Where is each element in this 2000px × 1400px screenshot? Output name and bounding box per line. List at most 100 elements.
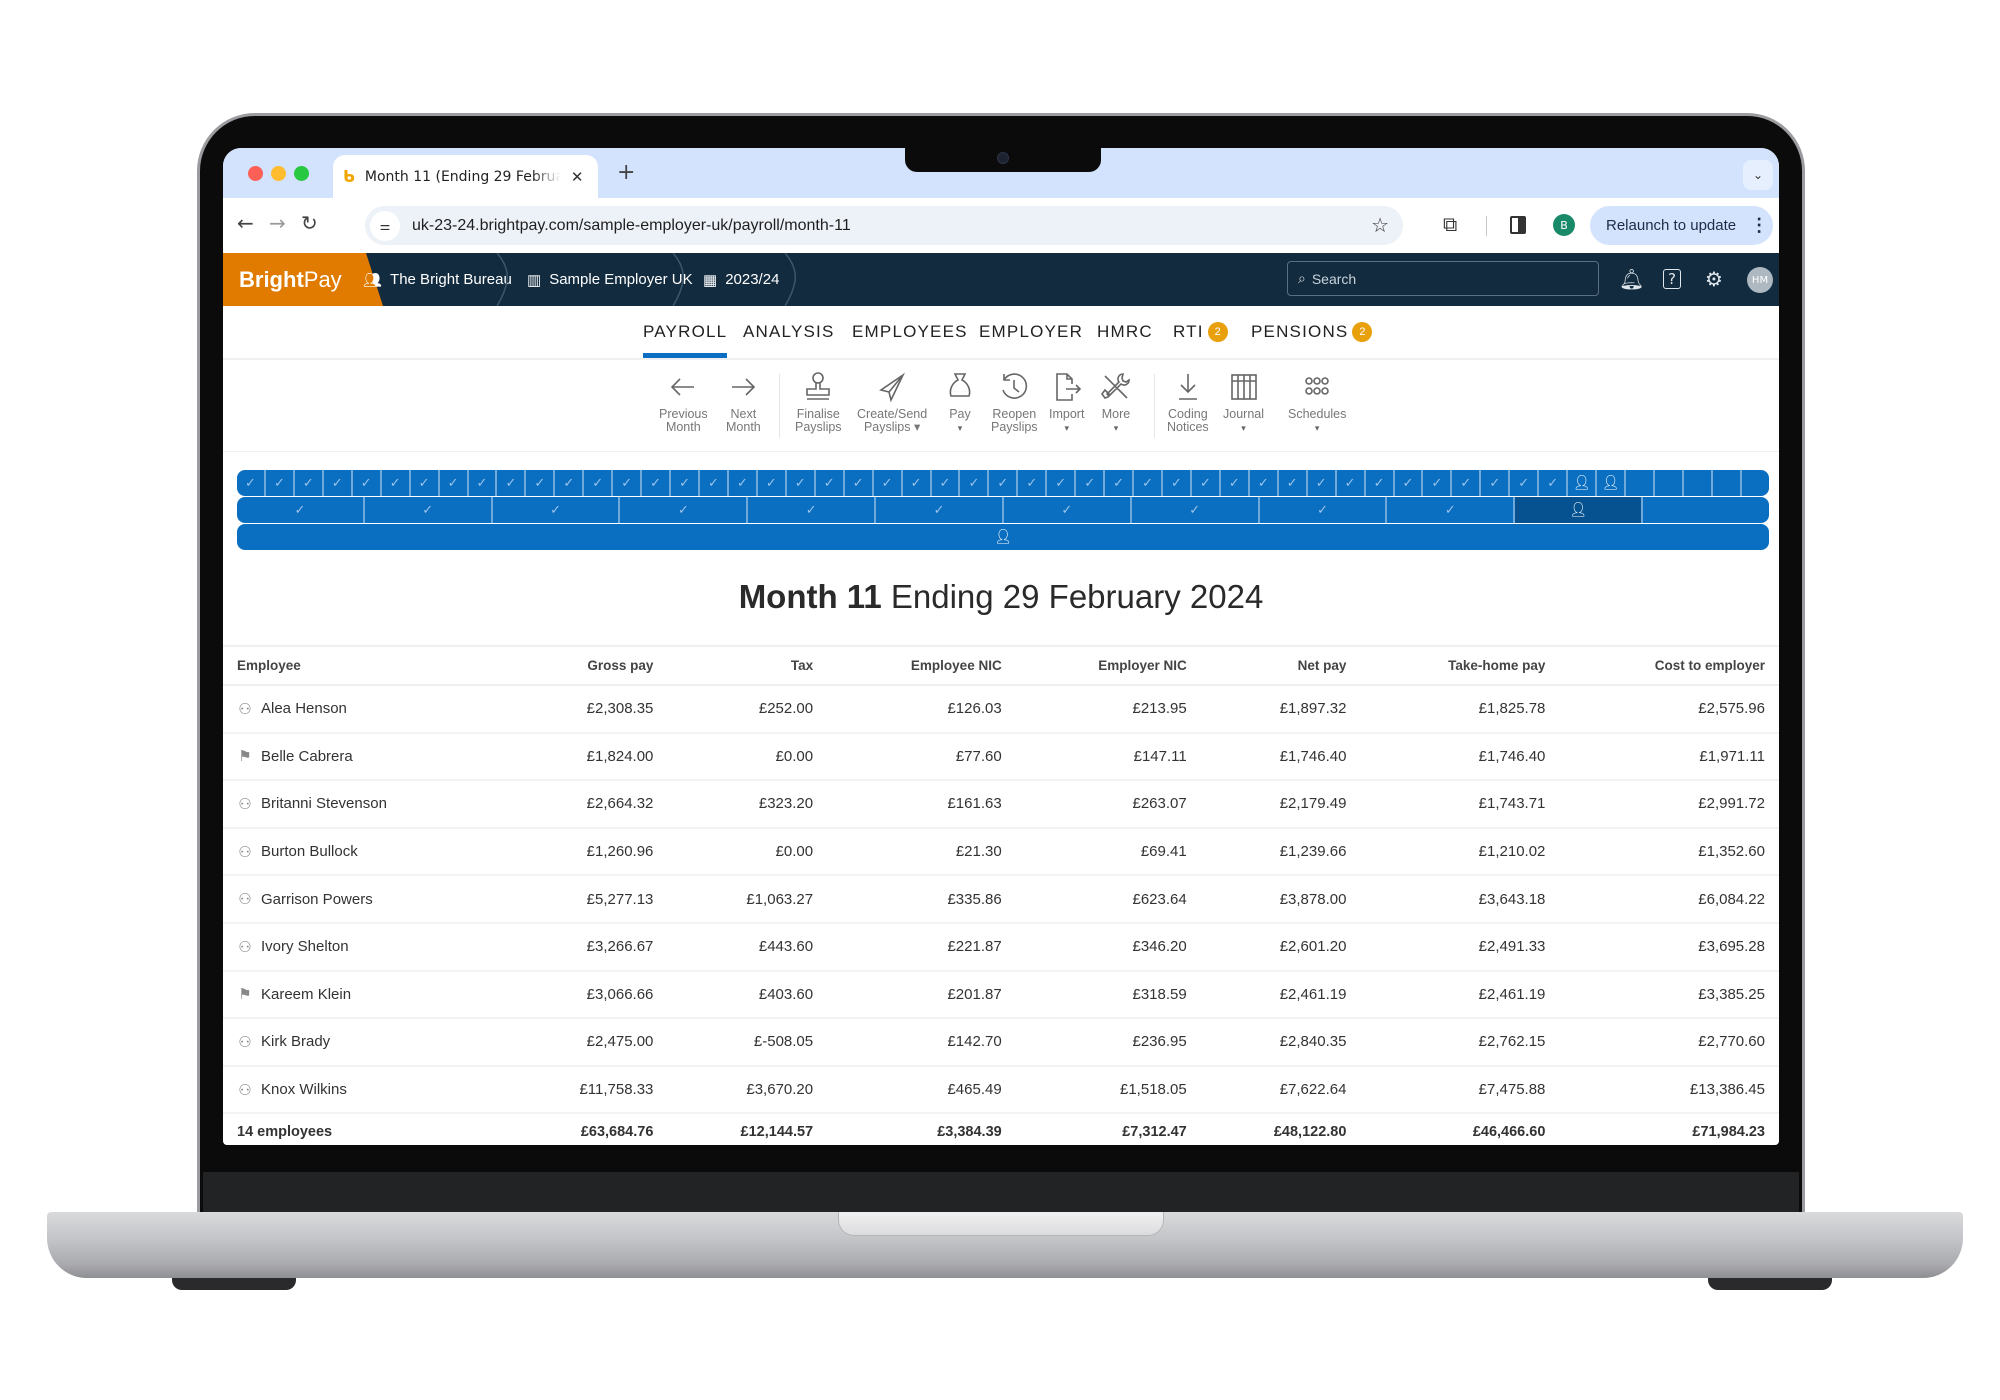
week-period-cell[interactable]: ✓ xyxy=(266,470,295,496)
employee-name[interactable]: Burton Bullock xyxy=(261,843,358,860)
week-period-cell[interactable] xyxy=(1742,470,1769,496)
table-row[interactable]: ⚇ Burton Bullock £1,260.96 £0.00 £21.30 £69.4… xyxy=(223,827,1779,877)
more-menu-icon[interactable]: ⋮ xyxy=(1750,215,1768,236)
week-period-cell[interactable]: ✓ xyxy=(555,470,585,496)
new-tab-button[interactable]: + xyxy=(617,160,635,185)
table-row[interactable]: ⚇ Garrison Powers £5,277.13 £1,063.27 £335.8… xyxy=(223,875,1779,924)
week-period-cell[interactable]: ✓ xyxy=(816,470,845,496)
week-period-cell[interactable]: ✓ xyxy=(295,470,324,496)
back-icon[interactable]: ← xyxy=(237,211,254,235)
employee-cell[interactable]: ⚑ Kareem Klein xyxy=(223,970,506,1020)
site-settings-icon[interactable]: ⚌ xyxy=(370,210,400,241)
address-bar[interactable]: ⚌ uk-23-24.brightpay.com/sample-employer… xyxy=(365,206,1403,245)
breadcrumb-bureau[interactable]: 👥︎ The Bright Bureau xyxy=(363,253,512,306)
week-period-cell[interactable]: ✓ xyxy=(1047,470,1077,496)
journal-button[interactable]: Journal ▾ xyxy=(1223,370,1264,434)
month-period-cell[interactable]: ✓ xyxy=(365,497,493,523)
week-period-cell[interactable]: ✓ xyxy=(700,470,729,496)
week-period-cell[interactable] xyxy=(1684,470,1713,496)
week-period-cell[interactable]: ✓ xyxy=(1308,470,1337,496)
relaunch-button[interactable]: Relaunch to update ⋮ xyxy=(1590,206,1773,245)
month-period-cell[interactable]: ✓ xyxy=(1004,497,1132,523)
week-period-cell[interactable]: ✓ xyxy=(758,470,787,496)
week-period-cell[interactable]: ✓ xyxy=(497,470,527,496)
employee-cell[interactable]: ⚇ Ivory Shelton xyxy=(223,922,506,972)
employee-name[interactable]: Belle Cabrera xyxy=(261,748,353,765)
month-period-cell[interactable]: ✓ xyxy=(876,497,1004,523)
url-text[interactable]: uk-23-24.brightpay.com/sample-employer-u… xyxy=(412,217,851,235)
employee-name[interactable]: Britanni Stevenson xyxy=(261,795,387,812)
week-period-cell[interactable]: ✓ xyxy=(1105,470,1135,496)
employee-cell[interactable]: ⚇ Burton Bullock xyxy=(223,827,506,877)
week-period-cell[interactable]: ✓ xyxy=(526,470,556,496)
week-period-cell[interactable]: ✓ xyxy=(874,470,903,496)
week-period-cell[interactable]: 👤︎ xyxy=(1568,470,1598,496)
employee-cell[interactable]: ⚇ Kirk Brady xyxy=(223,1018,506,1067)
tab-employer[interactable]: EMPLOYER xyxy=(979,322,1083,342)
window-minimize-button[interactable] xyxy=(271,166,286,181)
week-period-cell[interactable]: ✓ xyxy=(1337,470,1366,496)
week-period-cell[interactable]: ✓ xyxy=(960,470,990,496)
week-period-cell[interactable]: ✓ xyxy=(1395,470,1424,496)
tab-employees[interactable]: EMPLOYEES xyxy=(852,322,968,342)
pay-button[interactable]: Pay ▾ xyxy=(943,370,977,434)
month-period-cell[interactable]: ✓ xyxy=(1132,497,1260,523)
month-period-cell[interactable]: ✓ xyxy=(1387,497,1516,523)
column-header[interactable]: Employee NIC xyxy=(827,647,1016,686)
month-period-cell[interactable]: ✓ xyxy=(237,497,365,523)
bookmark-star-icon[interactable]: ☆ xyxy=(1371,213,1389,237)
week-period-cell[interactable]: ✓ xyxy=(729,470,758,496)
month-period-cell[interactable]: ✓ xyxy=(620,497,749,523)
week-period-cell[interactable]: ✓ xyxy=(787,470,816,496)
month-period-cell[interactable]: ✓ xyxy=(1260,497,1388,523)
week-period-cell[interactable]: ✓ xyxy=(1163,470,1192,496)
profile-avatar[interactable]: B xyxy=(1553,214,1575,236)
employee-cell[interactable]: ⚇ Alea Henson xyxy=(223,685,506,734)
bell-icon[interactable]: 🔔︎ xyxy=(1619,267,1644,291)
coding-notices-button[interactable]: Coding Notices xyxy=(1167,370,1209,434)
week-period-cell[interactable]: ✓ xyxy=(989,470,1019,496)
week-period-cell[interactable]: 👤︎ xyxy=(1597,470,1626,496)
forward-icon[interactable]: → xyxy=(269,211,286,235)
week-period-cell[interactable]: ✓ xyxy=(1366,470,1395,496)
create-send-payslips-button[interactable]: Create/Send Payslips ▾ xyxy=(857,370,927,434)
app-search-input[interactable]: ⌕ Search xyxy=(1287,261,1599,296)
tab-rti[interactable]: RTI 2 xyxy=(1173,322,1228,342)
employee-name[interactable]: Garrison Powers xyxy=(261,891,373,908)
column-header[interactable]: Cost to employer xyxy=(1559,647,1779,686)
table-row[interactable]: ⚇ Kirk Brady £2,475.00 £-508.05 £142.70 £236.… xyxy=(223,1018,1779,1067)
week-period-cell[interactable]: ✓ xyxy=(382,470,411,496)
week-period-cell[interactable]: ✓ xyxy=(1018,470,1048,496)
brightpay-logo[interactable]: Bright Pay xyxy=(223,253,383,306)
week-period-cell[interactable]: ✓ xyxy=(469,470,498,496)
table-row[interactable]: ⚇ Ivory Shelton £3,266.67 £443.60 £221.87 £34… xyxy=(223,922,1779,972)
employee-name[interactable]: Knox Wilkins xyxy=(261,1081,347,1098)
week-period-cell[interactable]: ✓ xyxy=(903,470,932,496)
week-period-cell[interactable] xyxy=(1626,470,1655,496)
month-period-cell[interactable]: ✓ xyxy=(748,497,877,523)
employee-cell[interactable]: ⚇ Knox Wilkins xyxy=(223,1065,506,1115)
week-period-cell[interactable]: ✓ xyxy=(1452,470,1482,496)
employee-name[interactable]: Alea Henson xyxy=(261,700,347,717)
employee-name[interactable]: Kirk Brady xyxy=(261,1033,330,1050)
reload-icon[interactable]: ↻ xyxy=(301,211,318,235)
week-period-cell[interactable]: ✓ xyxy=(613,470,643,496)
week-period-cell[interactable]: ✓ xyxy=(411,470,440,496)
week-period-cell[interactable]: ✓ xyxy=(237,470,266,496)
column-header[interactable]: Employee xyxy=(223,647,506,686)
column-header[interactable]: Employer NIC xyxy=(1015,647,1201,686)
finalise-payslips-button[interactable]: Finalise Payslips xyxy=(795,370,842,434)
schedules-button[interactable]: Schedules ▾ xyxy=(1288,370,1346,434)
table-row[interactable]: ⚇ Britanni Stevenson £2,664.32 £323.20 £161.… xyxy=(223,780,1779,829)
week-period-cell[interactable]: ✓ xyxy=(932,470,961,496)
week-period-cell[interactable]: ✓ xyxy=(1250,470,1279,496)
window-close-button[interactable] xyxy=(248,166,263,181)
extensions-icon[interactable]: ⧉ xyxy=(1443,212,1457,236)
column-header[interactable]: Net pay xyxy=(1200,647,1361,686)
table-row[interactable]: ⚇ Knox Wilkins £11,758.33 £3,670.20 £465.49 £… xyxy=(223,1065,1779,1115)
month-period-cell[interactable]: 👤︎ xyxy=(1515,497,1644,523)
week-period-cell[interactable]: ✓ xyxy=(1192,470,1221,496)
help-icon[interactable]: ? xyxy=(1663,269,1681,289)
table-row[interactable]: ⚑ Belle Cabrera £1,824.00 £0.00 £77.60 £147.1… xyxy=(223,732,1779,782)
column-header[interactable]: Tax xyxy=(667,647,828,686)
